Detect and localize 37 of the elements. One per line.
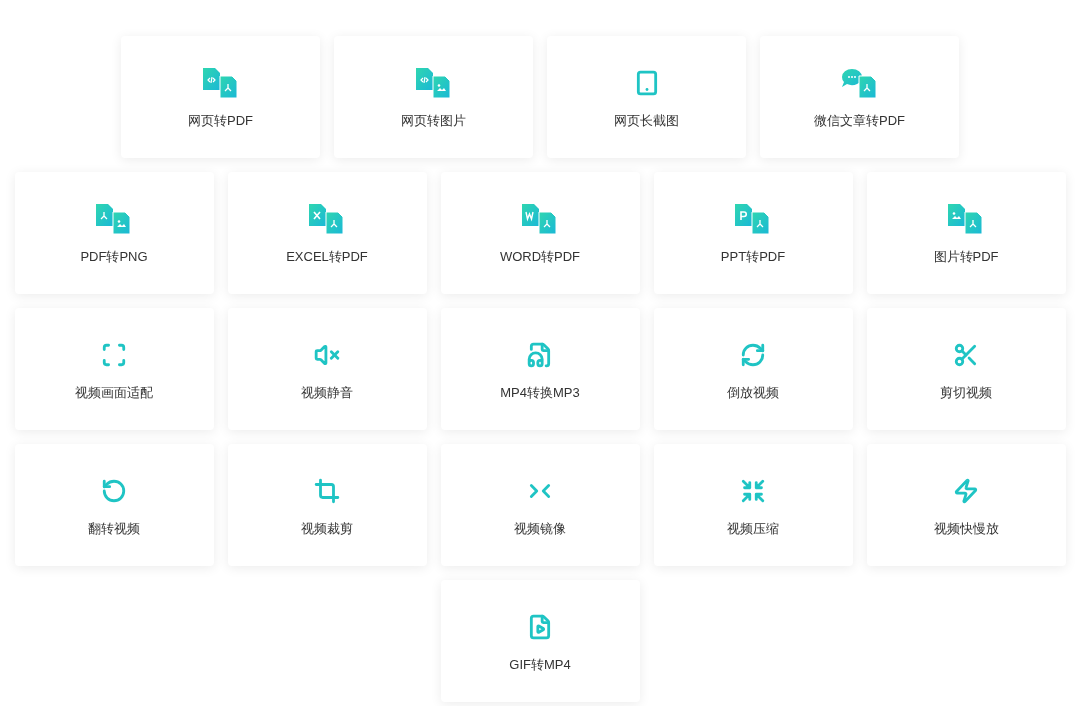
- tool-card[interactable]: 微信文章转PDF: [760, 36, 959, 158]
- tool-card[interactable]: 网页转图片: [334, 36, 533, 158]
- document-pair-icon: [521, 203, 559, 236]
- fullscreen-icon: [101, 342, 127, 369]
- lightning-icon: [953, 478, 979, 505]
- scissors-icon: [953, 342, 979, 369]
- tool-card[interactable]: WORD转PDF: [440, 172, 640, 294]
- tool-card[interactable]: 视频快慢放: [866, 444, 1066, 566]
- tool-card[interactable]: 视频画面适配: [14, 308, 214, 430]
- tool-card[interactable]: 视频压缩: [653, 444, 853, 566]
- chat-document-icon: [840, 67, 879, 100]
- video-file-icon: [527, 614, 553, 641]
- crop-icon: [314, 478, 340, 505]
- tool-card[interactable]: 视频镜像: [440, 444, 640, 566]
- tool-card[interactable]: 网页长截图: [547, 36, 746, 158]
- tool-card[interactable]: 剪切视频: [866, 308, 1066, 430]
- document-pair-icon: [95, 203, 133, 236]
- refresh-icon: [740, 342, 766, 369]
- tool-card[interactable]: MP4转换MP3: [440, 308, 640, 430]
- tool-card[interactable]: 倒放视频: [653, 308, 853, 430]
- document-pair-icon: [308, 203, 346, 236]
- compress-icon: [740, 478, 766, 505]
- tool-card[interactable]: GIF转MP4: [440, 580, 640, 702]
- tool-card[interactable]: PDF转PNG: [14, 172, 214, 294]
- tool-card[interactable]: 视频裁剪: [227, 444, 427, 566]
- tool-card[interactable]: 图片转PDF: [866, 172, 1066, 294]
- tool-card[interactable]: EXCEL转PDF: [227, 172, 427, 294]
- tool-card[interactable]: 翻转视频: [14, 444, 214, 566]
- tool-card[interactable]: 网页转PDF: [121, 36, 320, 158]
- document-pair-icon: [734, 203, 772, 236]
- tool-card[interactable]: PPT转PDF: [653, 172, 853, 294]
- document-pair-icon: [947, 203, 985, 236]
- tool-card[interactable]: 视频静音: [227, 308, 427, 430]
- audio-file-icon: [527, 342, 553, 369]
- rotate-icon: [101, 478, 127, 505]
- document-pair-icon: [201, 67, 240, 100]
- document-pair-icon: [414, 67, 453, 100]
